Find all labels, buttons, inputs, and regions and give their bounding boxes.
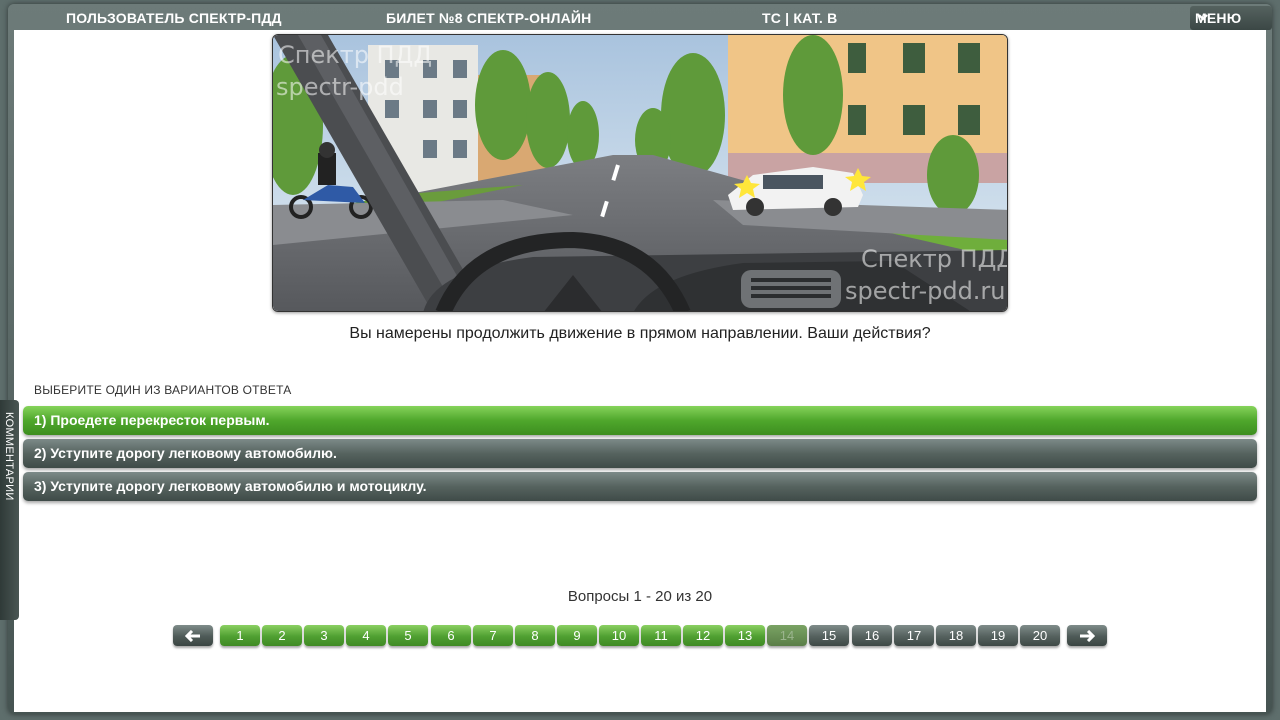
watermark-text-1: Спектр ПДД <box>278 41 432 69</box>
answer-option-1[interactable]: 1) Проедете перекресток первым. <box>23 406 1257 435</box>
watermark-text-4: spectr-pdd.ru <box>845 277 1006 305</box>
page-button-15[interactable]: 15 <box>809 625 849 646</box>
page-button-11[interactable]: 11 <box>641 625 681 646</box>
user-name: ПОЛЬЗОВАТЕЛЬ СПЕКТР-ПДД <box>66 10 282 26</box>
answer-option-3[interactable]: 3) Уступите дорогу легковому автомобилю … <box>23 472 1257 501</box>
answer-option-2[interactable]: 2) Уступите дорогу легковому автомобилю. <box>23 439 1257 468</box>
page-button-18[interactable]: 18 <box>936 625 976 646</box>
page-button-9[interactable]: 9 <box>557 625 597 646</box>
page-button-1[interactable]: 1 <box>220 625 260 646</box>
watermark-text-3: Спектр ПДД <box>861 245 1008 273</box>
page-button-13[interactable]: 13 <box>725 625 765 646</box>
prev-button[interactable] <box>173 625 213 646</box>
pagination-info: Вопросы 1 - 20 из 20 <box>567 588 713 605</box>
comments-tab[interactable]: КОММЕНТАРИИ <box>0 400 19 620</box>
ticket-title: БИЛЕТ №8 СПЕКТР-ОНЛАЙН <box>386 10 592 26</box>
page-button-14[interactable]: 14 <box>767 625 807 646</box>
answer-hint: ВЫБЕРИТЕ ОДИН ИЗ ВАРИАНТОВ ОТВЕТА <box>34 383 292 397</box>
page-button-8[interactable]: 8 <box>515 625 555 646</box>
page-button-10[interactable]: 10 <box>599 625 639 646</box>
menu-label: МЕНЮ <box>1195 10 1242 26</box>
page-button-16[interactable]: 16 <box>852 625 892 646</box>
page-button-6[interactable]: 6 <box>431 625 471 646</box>
page-button-4[interactable]: 4 <box>346 625 386 646</box>
page-button-3[interactable]: 3 <box>304 625 344 646</box>
question-text: Вы намерены продолжить движение в прямом… <box>349 325 931 342</box>
comments-label: КОММЕНТАРИИ <box>3 412 15 501</box>
menu-button[interactable]: МЕНЮ <box>1190 6 1272 30</box>
road-scene-illustration: Спектр ПДД spectr-pdd Спектр ПДД spectr-… <box>273 35 1008 311</box>
page-button-20[interactable]: 20 <box>1020 625 1060 646</box>
page-button-17[interactable]: 17 <box>894 625 934 646</box>
page-button-12[interactable]: 12 <box>683 625 723 646</box>
arrow-right-icon <box>1080 629 1096 643</box>
next-button[interactable] <box>1067 625 1107 646</box>
watermark-text-2: spectr-pdd <box>276 73 404 101</box>
page-button-7[interactable]: 7 <box>473 625 513 646</box>
page-button-5[interactable]: 5 <box>388 625 428 646</box>
question-image: Спектр ПДД spectr-pdd Спектр ПДД spectr-… <box>272 34 1008 312</box>
arrow-left-icon <box>184 629 200 643</box>
page-button-19[interactable]: 19 <box>978 625 1018 646</box>
top-bar: ПОЛЬЗОВАТЕЛЬ СПЕКТР-ПДД БИЛЕТ №8 СПЕКТР-… <box>8 6 1272 30</box>
page-button-2[interactable]: 2 <box>262 625 302 646</box>
category-label: ТС | КАТ. В <box>762 10 838 26</box>
